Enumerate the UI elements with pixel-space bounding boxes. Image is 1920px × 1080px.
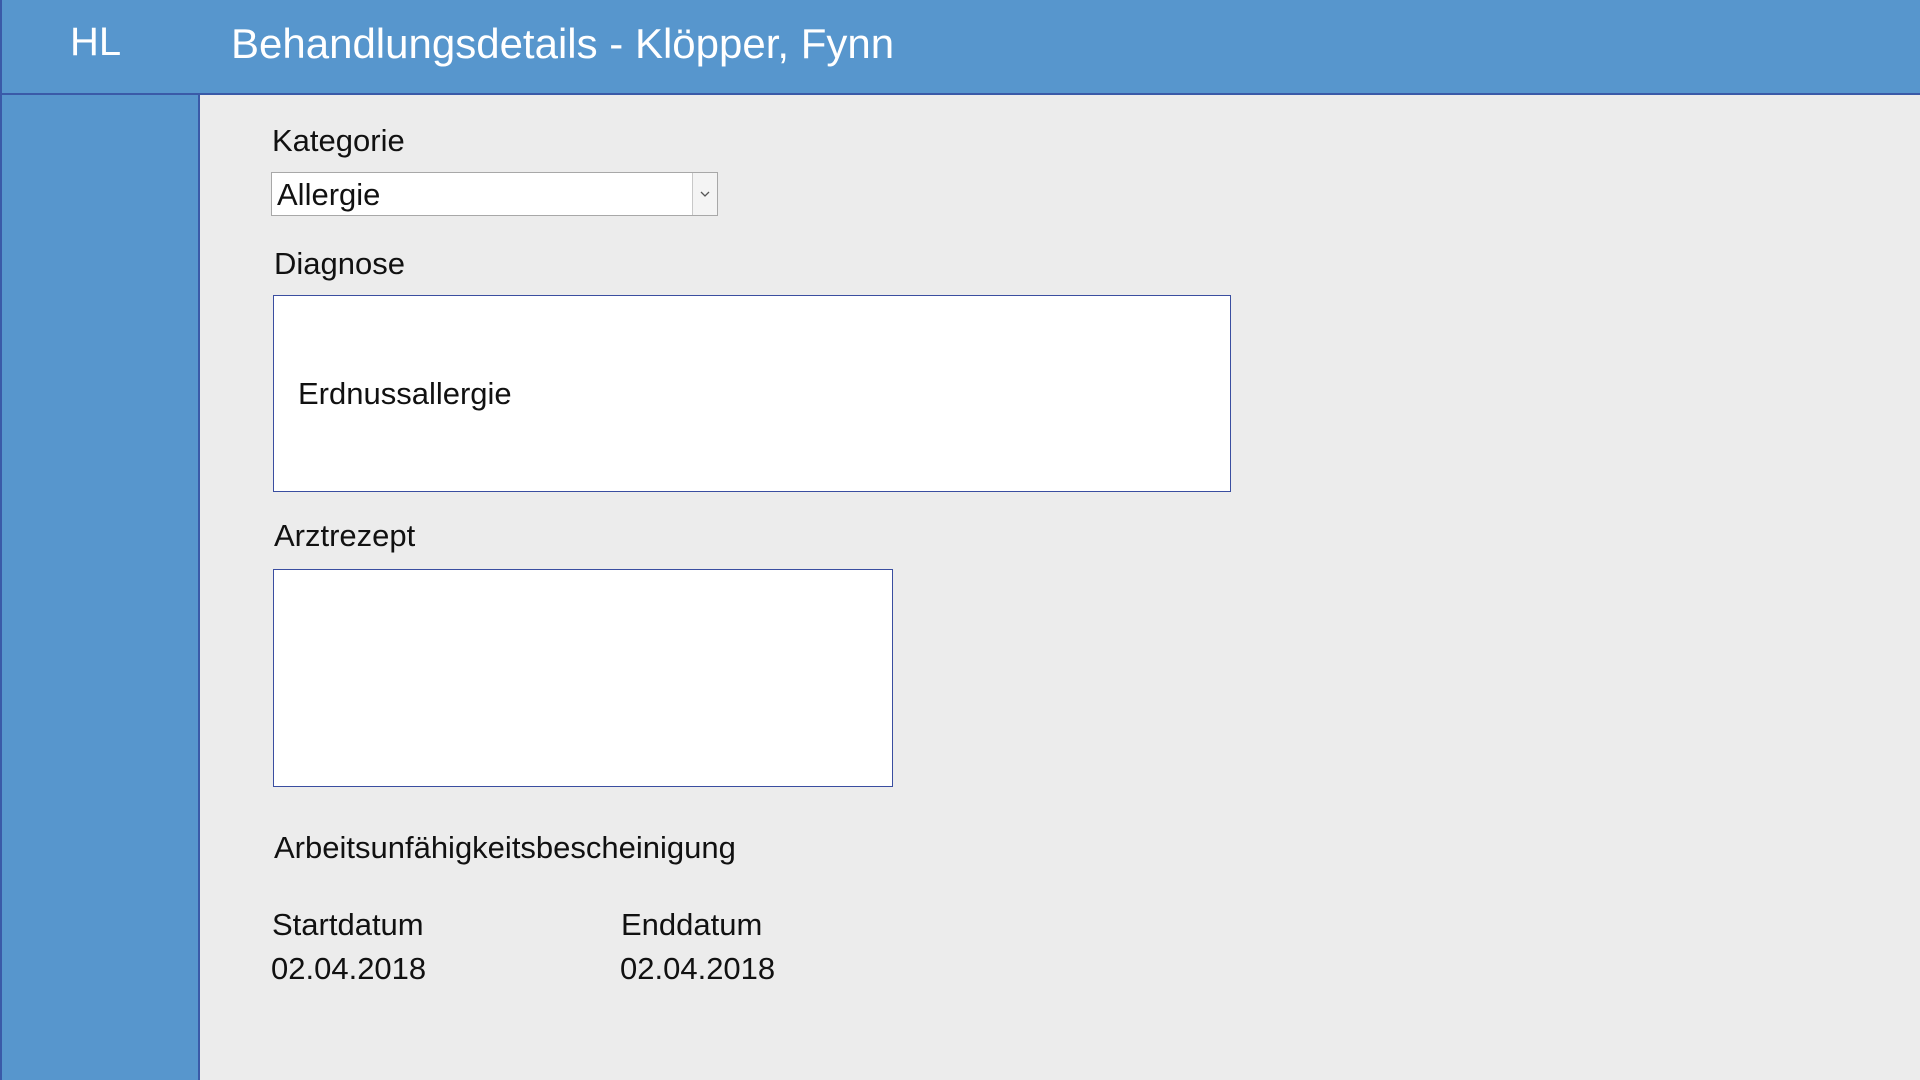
app-window: HL Behandlungsdetails - Klöpper, Fynn Ka… bbox=[0, 0, 1920, 1080]
au-bescheinigung-label: Arbeitsunfähigkeitsbescheinigung bbox=[274, 830, 736, 865]
diagnose-field[interactable]: Erdnussallergie bbox=[273, 295, 1231, 492]
app-logo: HL bbox=[70, 20, 122, 64]
header-bar: HL Behandlungsdetails - Klöpper, Fynn bbox=[0, 0, 1920, 95]
page-title: Behandlungsdetails - Klöpper, Fynn bbox=[231, 20, 895, 67]
chevron-down-icon[interactable] bbox=[692, 173, 717, 215]
sidebar bbox=[0, 95, 200, 1080]
arztrezept-label: Arztrezept bbox=[274, 518, 416, 553]
enddatum-value[interactable]: 02.04.2018 bbox=[620, 951, 775, 987]
kategorie-selected-value: Allergie bbox=[277, 177, 381, 212]
enddatum-label: Enddatum bbox=[621, 907, 763, 942]
startdatum-label: Startdatum bbox=[272, 907, 424, 942]
kategorie-select[interactable]: Allergie bbox=[271, 172, 718, 216]
startdatum-value[interactable]: 02.04.2018 bbox=[271, 951, 426, 987]
diagnose-value: Erdnussallergie bbox=[298, 376, 512, 411]
arztrezept-field[interactable] bbox=[273, 569, 893, 787]
diagnose-label: Diagnose bbox=[274, 246, 405, 281]
kategorie-label: Kategorie bbox=[272, 123, 405, 158]
